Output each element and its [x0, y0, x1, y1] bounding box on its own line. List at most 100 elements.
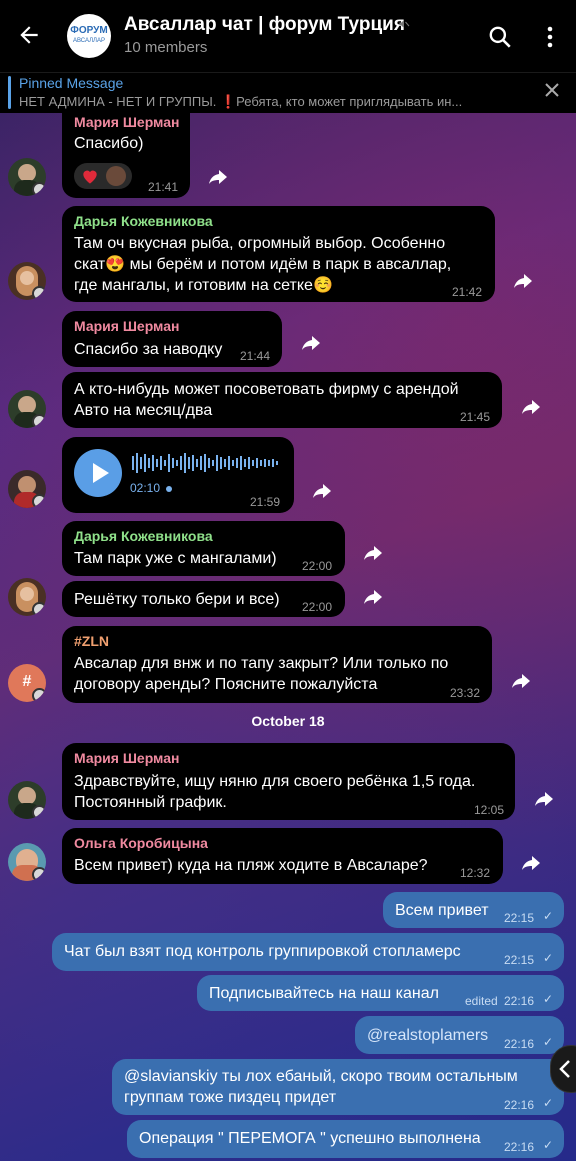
avatar[interactable]: [8, 262, 46, 300]
message-bubble[interactable]: Мария Шерман Спасибо) 21:41: [62, 112, 190, 198]
reaction-chip[interactable]: [74, 163, 132, 189]
pinned-message-bar[interactable]: Pinned Message НЕТ АДМИНА - НЕТ И ГРУППЫ…: [0, 72, 576, 113]
message-bubble[interactable]: Ольга Коробицына Всем привет) куда на пл…: [62, 828, 503, 884]
read-check-icon: ✓: [543, 1096, 554, 1110]
message-bubble[interactable]: #ZLN Авсалар для внж и по тапу закрыт? И…: [62, 626, 492, 703]
message-sender: #ZLN: [74, 633, 109, 649]
message-bubble[interactable]: Мария Шерман Здравствуйте, ищу няню для …: [62, 743, 515, 820]
forward-button[interactable]: [207, 168, 229, 186]
message-text: Авсалар для внж и по тапу закрыт? Или то…: [74, 655, 449, 672]
message-text: Всем привет: [395, 902, 489, 919]
outgoing-message-bubble[interactable]: @slavianskiy ты лох ебаный, скоро твоим …: [112, 1059, 564, 1115]
message-bubble[interactable]: А кто-нибудь может посоветовать фирму с …: [62, 372, 502, 428]
forward-button[interactable]: [362, 544, 384, 562]
voice-waveform[interactable]: [132, 451, 282, 475]
voice-message-bubble[interactable]: 02:10 21:59: [62, 437, 294, 513]
reactor-avatar: [106, 166, 126, 186]
date-separator: October 18: [251, 713, 325, 729]
arrow-left-icon: [20, 26, 38, 44]
forward-button[interactable]: [520, 398, 542, 416]
message-text: договору аренды? Поясните пожалуйста: [74, 676, 378, 693]
forward-arrow-icon: [522, 856, 540, 870]
outgoing-message-bubble[interactable]: Чат был взят под контроль группировкой с…: [52, 933, 564, 971]
message-text: Там оч вкусная рыба, огромный выбор. Осо…: [74, 235, 446, 252]
logo-text: ФОРУМ: [70, 25, 108, 36]
telegram-chat-screen: ФОРУМ АВСАЛЛАР Авсаллар чат | форум Турц…: [0, 0, 576, 1161]
outgoing-message-bubble[interactable]: Всем привет 22:15 ✓: [383, 892, 564, 928]
message-link[interactable]: @realstoplamers: [367, 1025, 488, 1046]
chat-avatar[interactable]: ФОРУМ АВСАЛЛАР: [67, 14, 111, 58]
message-time: 21:44: [240, 349, 271, 363]
outgoing-message-bubble[interactable]: Подписывайтесь на наш канал edited 22:16…: [197, 975, 564, 1011]
read-check-icon: ✓: [543, 951, 554, 965]
avatar[interactable]: [8, 390, 46, 428]
read-check-icon: ✓: [543, 1035, 554, 1049]
forward-button[interactable]: [300, 334, 322, 352]
message-time: 12:05: [474, 803, 505, 817]
outgoing-message-bubble[interactable]: @realstoplamers 22:16 ✓: [355, 1016, 564, 1054]
online-dot: [32, 688, 46, 702]
back-button[interactable]: [14, 22, 44, 50]
message-bubble[interactable]: Дарья Кожевникова Там оч вкусная рыба, о…: [62, 206, 495, 302]
forward-button[interactable]: [520, 854, 542, 872]
message-time: 12:32: [460, 866, 491, 880]
forward-arrow-icon: [514, 274, 532, 288]
message-text: @slavianskiy ты лох ебаный, скоро твоим …: [124, 1068, 518, 1085]
message-time: 21:45: [460, 410, 491, 424]
forward-button[interactable]: [311, 482, 333, 500]
message-time: 22:16: [504, 1098, 535, 1112]
avatar[interactable]: [8, 843, 46, 881]
message-text: Здравствуйте, ищу няню для своего ребёнк…: [74, 773, 476, 790]
message-time: 21:41: [148, 180, 179, 194]
chat-title[interactable]: Авсаллар чат | форум Турция: [124, 14, 405, 36]
message-time: 22:00: [302, 559, 333, 573]
close-icon: [545, 83, 559, 97]
search-icon: [489, 26, 511, 48]
message-text: Спасибо): [74, 135, 144, 152]
more-menu-button[interactable]: [544, 24, 556, 50]
muted-speaker-icon: [398, 18, 410, 33]
forward-button[interactable]: [510, 672, 532, 690]
avatar[interactable]: [8, 470, 46, 508]
forward-button[interactable]: [362, 588, 384, 606]
message-bubble[interactable]: Мария Шерман Спасибо за наводку 21:44: [62, 311, 282, 367]
message-text: Решётку только бери и все): [74, 591, 280, 608]
message-text: скат😍 мы берём и потом идём в парк в авс…: [74, 256, 452, 273]
message-text: Спасибо за наводку: [74, 341, 223, 358]
play-button[interactable]: [74, 449, 122, 497]
forward-arrow-icon: [209, 170, 227, 184]
message-bubble[interactable]: Решётку только бери и все) 22:00: [62, 581, 345, 617]
online-dot: [32, 602, 46, 616]
message-sender: Дарья Кожевникова: [74, 213, 213, 229]
message-bubble[interactable]: Дарья Кожевникова Там парк уже с мангала…: [62, 521, 345, 576]
member-count: 10 members: [124, 39, 208, 56]
read-check-icon: ✓: [543, 992, 554, 1006]
message-time: 22:15: [504, 953, 535, 967]
avatar[interactable]: [8, 578, 46, 616]
message-time: 22:16: [504, 1037, 535, 1051]
message-sender: Мария Шерман: [74, 114, 180, 130]
forward-button[interactable]: [512, 272, 534, 290]
forward-button[interactable]: [533, 790, 555, 808]
unplayed-dot: [166, 486, 172, 492]
close-pinned-button[interactable]: [544, 81, 560, 104]
chevron-left-icon: [559, 1060, 570, 1078]
search-button[interactable]: [487, 24, 513, 50]
read-check-icon: ✓: [543, 1138, 554, 1152]
avatar[interactable]: [8, 158, 46, 196]
edited-label: edited: [465, 994, 498, 1008]
message-text: Там парк уже с мангалами): [74, 550, 277, 567]
message-time: 22:16: [504, 1140, 535, 1154]
chat-header: ФОРУМ АВСАЛЛАР Авсаллар чат | форум Турц…: [0, 0, 576, 72]
message-time: 21:42: [452, 285, 483, 299]
message-text: Постоянный график.: [74, 794, 227, 811]
message-sender: Дарья Кожевникова: [74, 528, 213, 544]
more-vertical-icon: [547, 26, 553, 48]
voice-duration: 02:10: [130, 481, 161, 495]
outgoing-message-bubble[interactable]: Операция " ПЕРЕМОГА " успешно выполнена …: [127, 1120, 564, 1158]
avatar[interactable]: #: [8, 664, 46, 702]
message-sender: Ольга Коробицына: [74, 835, 208, 851]
message-time: 22:16: [504, 994, 535, 1008]
avatar[interactable]: [8, 781, 46, 819]
online-dot: [32, 182, 46, 196]
